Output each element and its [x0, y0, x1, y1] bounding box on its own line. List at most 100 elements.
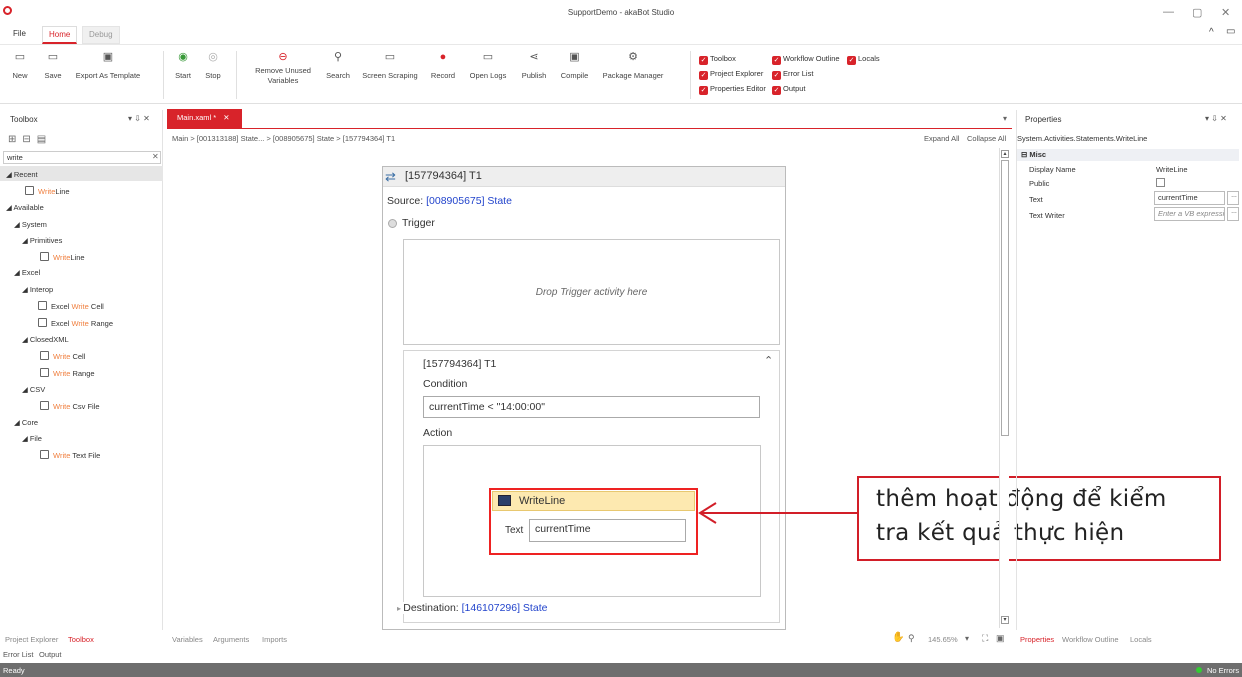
expand-all-link[interactable]: Expand All	[924, 134, 959, 143]
tab-imports[interactable]: Imports	[262, 635, 287, 644]
prop-display-name-value[interactable]: WriteLine	[1156, 165, 1188, 174]
write-range-icon	[40, 368, 49, 377]
collapse-ribbon-icon[interactable]: ^	[1209, 27, 1214, 38]
package-manager-button[interactable]: ⚙ Package Manager	[600, 51, 666, 81]
tree-interop[interactable]: ◢ Interop	[22, 285, 53, 294]
screen-scraping-button[interactable]: ▭ Screen Scraping	[361, 51, 419, 81]
record-button[interactable]: ● Record	[429, 51, 457, 81]
scroll-up-icon[interactable]: ▴	[1001, 150, 1009, 158]
zoom-icon[interactable]: ⚲	[908, 633, 915, 644]
remove-unused-variables-button[interactable]: ⊖ Remove Unused Variables	[250, 51, 316, 86]
tree-item-writeline[interactable]: WriteLine	[40, 252, 85, 262]
ribbon-separator	[236, 51, 237, 99]
collapse-chevron-icon[interactable]: ⌃	[764, 354, 773, 367]
condition-label: Condition	[423, 378, 468, 390]
designer-scrollbar[interactable]: ▴ ▾	[999, 148, 1009, 628]
transition-state-box[interactable]: [157794364] T1 ⇄ Source: [008905675] Sta…	[382, 166, 786, 630]
tree-system[interactable]: ◢ System	[14, 220, 47, 229]
overview-map-icon[interactable]: ▣	[996, 633, 1005, 644]
prop-public-checkbox[interactable]	[1156, 178, 1165, 187]
start-button[interactable]: ◉ Start	[173, 51, 193, 81]
tab-project-explorer[interactable]: Project Explorer	[5, 635, 58, 644]
scroll-thumb[interactable]	[1001, 160, 1009, 436]
panel-pin-icon[interactable]: ▾ ⇩ ✕	[128, 114, 150, 123]
prop-text-writer-ellipsis-button[interactable]: …	[1227, 207, 1239, 221]
publish-icon: ⋖	[529, 51, 539, 63]
toggle-project-explorer[interactable]: ✓ Project Explorer	[699, 69, 763, 80]
toggle-toolbox[interactable]: ✓ Toolbox	[699, 54, 736, 65]
panel-pin-icon[interactable]: ▾ ⇩ ✕	[1205, 114, 1227, 123]
tree-item-writeline-recent[interactable]: WriteLine	[25, 186, 70, 196]
prop-text-ellipsis-button[interactable]: …	[1227, 191, 1239, 205]
tab-output[interactable]: Output	[39, 650, 62, 659]
toggle-workflow-outline[interactable]: ✓ Workflow Outline	[772, 54, 840, 65]
tree-item-excel-write-range[interactable]: Excel Write Range	[38, 318, 113, 328]
tab-locals[interactable]: Locals	[1130, 635, 1152, 644]
tree-recent[interactable]: ◢ Recent	[6, 170, 38, 179]
pan-hand-icon[interactable]: ✋	[892, 632, 904, 643]
tab-properties[interactable]: Properties	[1020, 635, 1054, 644]
close-tab-icon[interactable]: ✕	[223, 113, 229, 122]
tree-item-write-cell[interactable]: Write Cell	[40, 351, 85, 361]
tree-available[interactable]: ◢ Available	[6, 203, 44, 212]
scroll-down-icon[interactable]: ▾	[1001, 616, 1009, 624]
notifications-icon[interactable]: ▭	[1226, 26, 1235, 37]
drop-trigger-zone[interactable]: Drop Trigger activity here	[403, 239, 780, 345]
tree-item-write-text-file[interactable]: Write Text File	[40, 450, 100, 460]
writeline-activity[interactable]: WriteLine Text currentTime	[489, 488, 698, 555]
tab-list-dropdown-icon[interactable]: ▾	[1003, 114, 1007, 123]
writeline-text-input[interactable]: currentTime	[529, 519, 686, 542]
toggle-error-list[interactable]: ✓ Error List	[772, 69, 813, 80]
prop-text-writer-value[interactable]: Enter a VB expressi	[1154, 207, 1225, 221]
close-button[interactable]: ✕	[1221, 6, 1230, 19]
tree-excel[interactable]: ◢ Excel	[14, 268, 40, 277]
tree-item-write-range[interactable]: Write Range	[40, 368, 95, 378]
restore-button[interactable]: ▢	[1192, 6, 1202, 19]
tab-home[interactable]: Home	[42, 26, 78, 44]
tab-toolbox[interactable]: Toolbox	[68, 635, 94, 644]
toggle-output[interactable]: ✓ Output	[772, 84, 806, 95]
tree-csv[interactable]: ◢ CSV	[22, 385, 45, 394]
toggle-locals[interactable]: ✓ Locals	[847, 54, 880, 65]
open-logs-button[interactable]: ▭ Open Logs	[468, 51, 508, 81]
publish-button[interactable]: ⋖ Publish	[519, 51, 549, 81]
tab-debug[interactable]: Debug	[82, 26, 120, 44]
zoom-dropdown-icon[interactable]: ▾	[965, 634, 969, 643]
tree-closedxml[interactable]: ◢ ClosedXML	[22, 335, 69, 344]
compile-button[interactable]: ▣ Compile	[558, 51, 591, 81]
stop-button[interactable]: ◎ Stop	[203, 51, 223, 81]
tree-core[interactable]: ◢ Core	[14, 418, 38, 427]
ribbon-separator	[690, 51, 691, 99]
toolbox-search-input[interactable]: write	[3, 151, 161, 164]
collapse-all-link[interactable]: Collapse All	[967, 134, 1006, 143]
toggle-properties-editor[interactable]: ✓ Properties Editor	[699, 84, 766, 95]
error-status[interactable]: No Errors	[1207, 666, 1239, 675]
tab-error-list[interactable]: Error List	[3, 650, 33, 659]
zoom-level[interactable]: 145.65%	[928, 635, 958, 644]
tree-primitives[interactable]: ◢ Primitives	[22, 236, 62, 245]
document-tab-main[interactable]: Main.xaml * ✕	[167, 109, 242, 128]
new-button[interactable]: ▭ New	[10, 51, 30, 81]
tab-workflow-outline[interactable]: Workflow Outline	[1062, 635, 1119, 644]
tree-item-write-csv-file[interactable]: Write Csv File	[40, 401, 100, 411]
export-template-button[interactable]: ▣ Export As Template	[73, 51, 143, 81]
tree-file[interactable]: ◢ File	[22, 434, 42, 443]
save-button[interactable]: ▭ Save	[42, 51, 64, 81]
tab-file[interactable]: File	[7, 26, 32, 44]
prop-text-writer-label: Text Writer	[1029, 211, 1065, 220]
prop-text-value[interactable]: currentTime	[1154, 191, 1225, 205]
minimize-button[interactable]: —	[1163, 6, 1174, 18]
toolbox-toolbar-icons[interactable]: ⊞⊟▤	[8, 134, 52, 145]
search-button[interactable]: ⚲ Search	[324, 51, 352, 81]
prop-text-label: Text	[1029, 195, 1043, 204]
tab-arguments[interactable]: Arguments	[213, 635, 249, 644]
source-link[interactable]: [008905675] State	[426, 195, 512, 207]
condition-input[interactable]: currentTime < "14:00:00"	[423, 396, 760, 418]
breadcrumb[interactable]: Main > [001313188] State... > [008905675…	[172, 134, 395, 143]
properties-section-misc[interactable]: ⊟ Misc	[1017, 149, 1239, 161]
destination-link[interactable]: [146107296] State	[462, 602, 548, 614]
tab-variables[interactable]: Variables	[172, 635, 203, 644]
clear-search-icon[interactable]: ✕	[152, 152, 159, 161]
tree-item-excel-write-cell[interactable]: Excel Write Cell	[38, 301, 104, 311]
fit-to-screen-icon[interactable]: ⛶	[982, 633, 988, 644]
